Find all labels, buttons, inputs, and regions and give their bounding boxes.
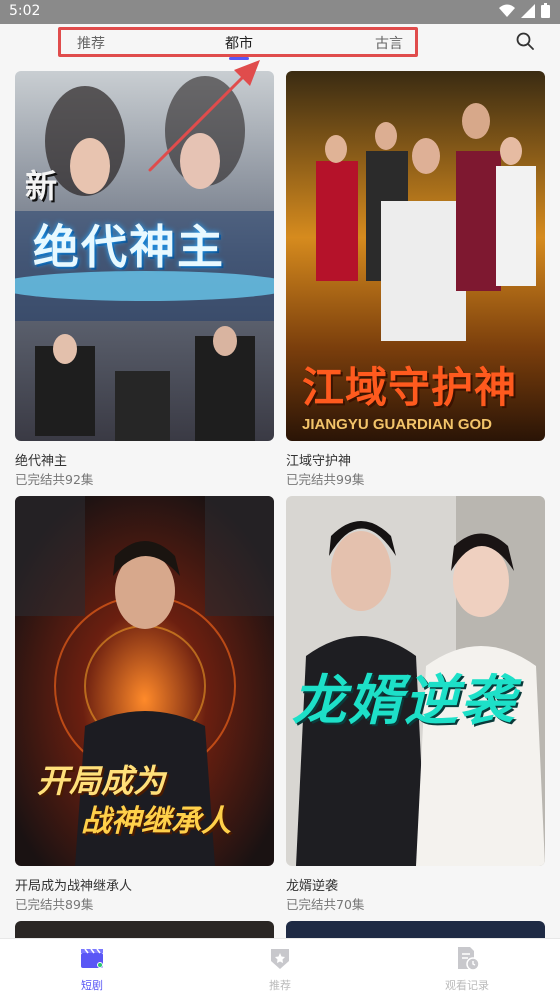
nav-label: 推荐 (269, 979, 291, 992)
tab-city[interactable]: 都市 (225, 33, 253, 53)
card-episodes: 已完结共89集 (15, 897, 94, 912)
nav-recommend[interactable]: 推荐 (220, 939, 340, 993)
poster[interactable]: 开局成为 战神继承人 (15, 496, 274, 866)
tab-recommend[interactable]: 推荐 (77, 33, 105, 53)
wifi-icon (499, 4, 515, 17)
poster-title-text: 江域守护神 (302, 363, 518, 412)
nav-label: 短剧 (81, 979, 103, 992)
signal-icon (521, 3, 535, 18)
search-icon[interactable] (516, 32, 534, 50)
bottom-nav: 短剧 推荐 观看记录 (0, 938, 560, 997)
poster-sub-text: 战神继承人 (81, 804, 231, 839)
card-title: 绝代神主 (15, 454, 68, 469)
status-icons (499, 3, 550, 18)
drama-card[interactable]: 龙婿逆袭 龙婿逆袭 已完结共70集 (286, 496, 545, 913)
card-episodes: 已完结共92集 (15, 472, 94, 487)
poster[interactable]: 龙婿逆袭 (286, 496, 545, 866)
card-episodes: 已完结共99集 (286, 472, 365, 487)
clapperboard-icon (81, 948, 103, 968)
nav-short-drama[interactable]: 短剧 (32, 939, 152, 993)
poster-title-text: 龙婿逆袭 (292, 668, 516, 732)
poster-title-text: 绝代神主 (33, 220, 225, 274)
status-bar: 5:02 (0, 0, 560, 24)
tab-ancient[interactable]: 古言 (375, 33, 403, 53)
card-title: 龙婿逆袭 (286, 879, 339, 894)
poster-sub-text: 新 (25, 167, 58, 205)
card-title: 江域守护神 (286, 454, 352, 469)
annotation-arrow (148, 60, 260, 172)
nav-history[interactable]: 观看记录 (407, 939, 527, 993)
drama-card[interactable]: 江域守护神 JIANGYU GUARDIAN GOD 江域守护神 已完结共99集 (286, 71, 545, 488)
battery-icon (541, 3, 550, 18)
poster[interactable]: 江域守护神 JIANGYU GUARDIAN GOD (286, 71, 545, 441)
poster-sub-text: JIANGYU GUARDIAN GOD (302, 416, 493, 433)
drama-card[interactable]: 开局成为 战神继承人 开局成为战神继承人 已完结共89集 (15, 496, 274, 913)
card-episodes: 已完结共70集 (286, 897, 365, 912)
star-shield-icon (271, 949, 289, 969)
card-title: 开局成为战神继承人 (15, 879, 133, 894)
status-time: 5:02 (9, 3, 41, 19)
history-doc-icon (458, 947, 480, 971)
nav-label: 观看记录 (445, 979, 489, 992)
